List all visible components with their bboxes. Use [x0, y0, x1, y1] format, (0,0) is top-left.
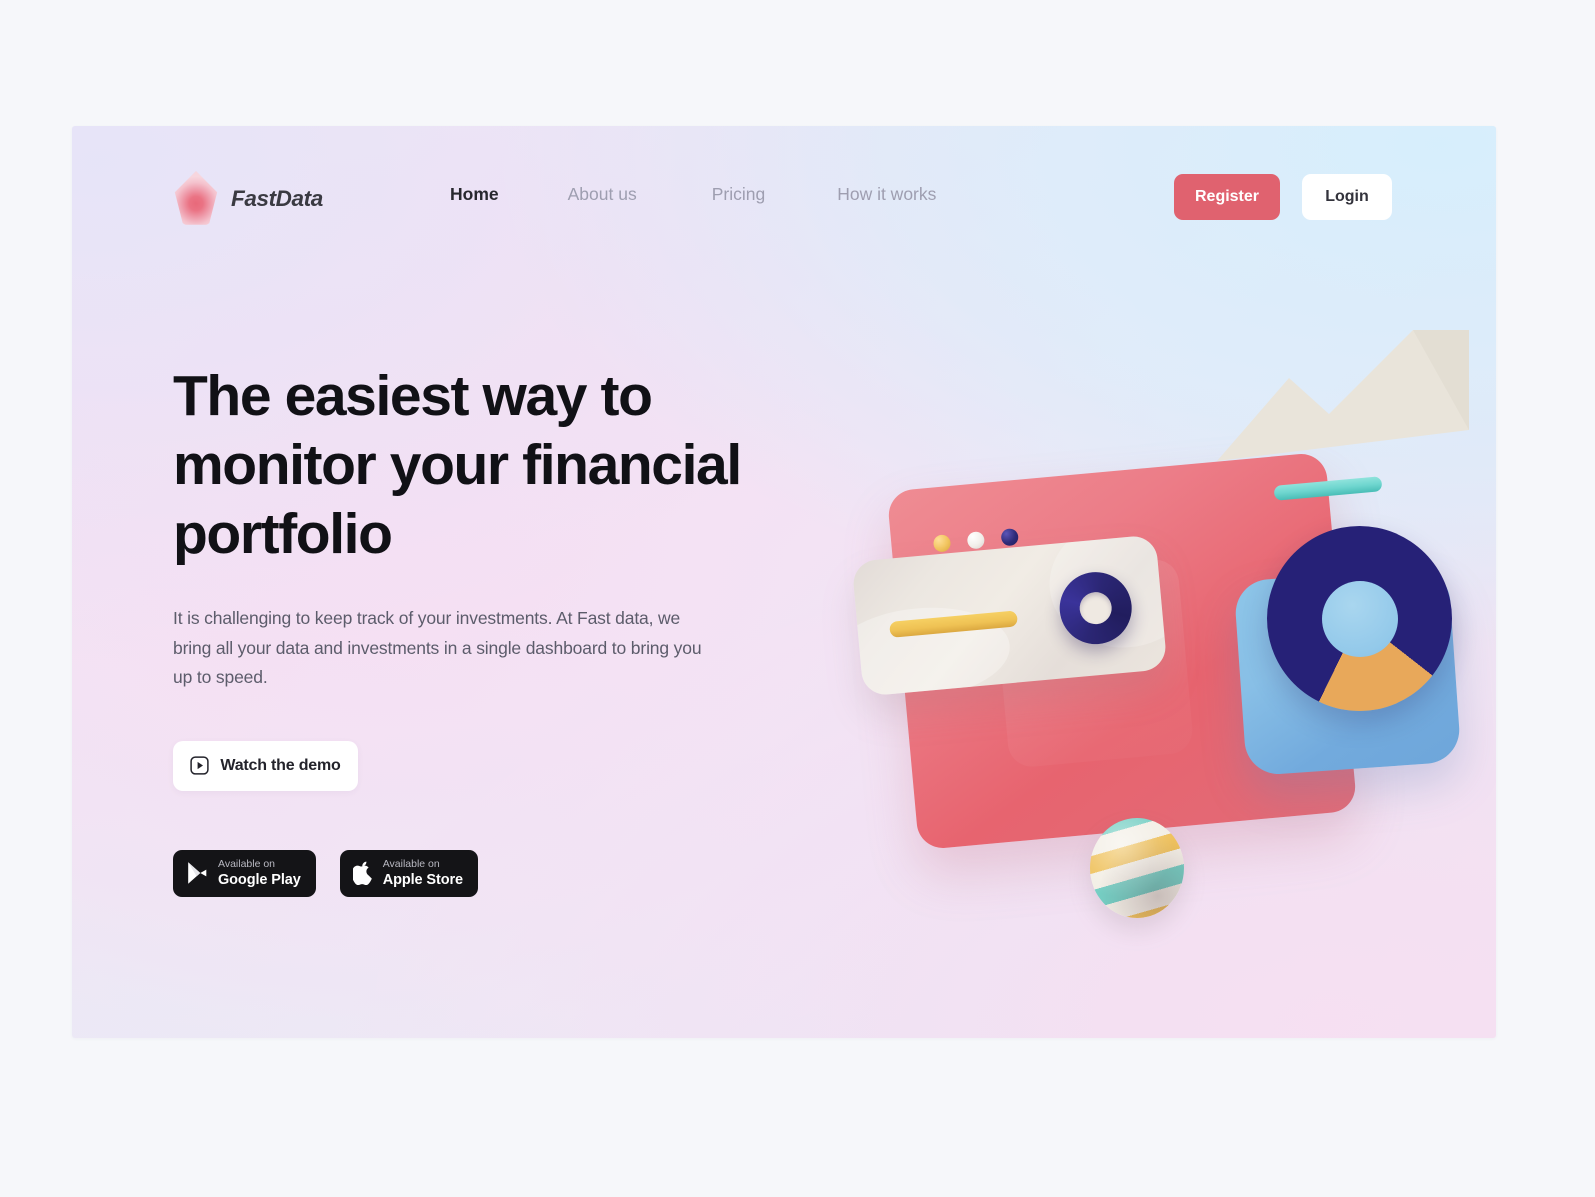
page-title: The easiest way to monitor your financia… — [173, 364, 742, 566]
apple-store-big-label: Apple Store — [382, 871, 463, 888]
watch-demo-button[interactable]: Watch the demo — [173, 740, 358, 791]
nav-link-how-it-works[interactable]: How it works — [837, 184, 936, 205]
striped-sphere-shape — [1090, 818, 1184, 918]
apple-store-small-label: Available on — [382, 858, 440, 870]
yellow-pill-bar — [889, 610, 1019, 638]
hero-subcopy: It is challenging to keep track of your … — [173, 608, 702, 687]
nav-actions: Register Login — [1174, 174, 1392, 220]
apple-store-badge[interactable]: Available on Apple Store — [339, 849, 478, 897]
page-root: FastData Home About us Pricing How it wo… — [0, 0, 1595, 1197]
brand-logo[interactable]: FastData — [173, 171, 323, 227]
google-play-small-label: Available on — [218, 858, 276, 870]
teardrop-logo-icon — [173, 171, 219, 227]
financial-dashboard-3d-illustration — [851, 326, 1496, 918]
google-play-icon — [186, 861, 208, 885]
traffic-dot-yellow-icon — [932, 534, 952, 553]
traffic-dot-navy-icon — [1000, 527, 1019, 547]
zigzag-chart-arrow-icon — [1217, 330, 1469, 461]
google-play-big-label: Google Play — [218, 871, 301, 888]
store-badges: Available on Google Play Available on Ap… — [173, 849, 753, 897]
google-play-badge[interactable]: Available on Google Play — [173, 849, 316, 897]
nav-links: Home About us Pricing How it works — [450, 184, 936, 205]
hero-card: FastData Home About us Pricing How it wo… — [72, 126, 1496, 1038]
hero-copy: The easiest way to monitor your financia… — [173, 362, 753, 897]
nav-link-pricing[interactable]: Pricing — [712, 184, 766, 205]
nav-link-about-us[interactable]: About us — [568, 184, 637, 205]
nav-link-home[interactable]: Home — [450, 184, 499, 205]
beige-card-shape — [851, 534, 1168, 697]
navy-torus-icon — [1056, 569, 1135, 648]
register-button[interactable]: Register — [1174, 174, 1280, 220]
traffic-dot-white-icon — [966, 531, 986, 550]
play-square-icon — [190, 756, 210, 775]
watch-demo-label: Watch the demo — [220, 756, 341, 774]
apple-icon — [352, 861, 373, 885]
brand-name: FastData — [231, 186, 323, 211]
login-button[interactable]: Login — [1302, 174, 1392, 220]
navbar: FastData Home About us Pricing How it wo… — [72, 126, 1496, 276]
donut-chart-shape — [1267, 526, 1452, 711]
